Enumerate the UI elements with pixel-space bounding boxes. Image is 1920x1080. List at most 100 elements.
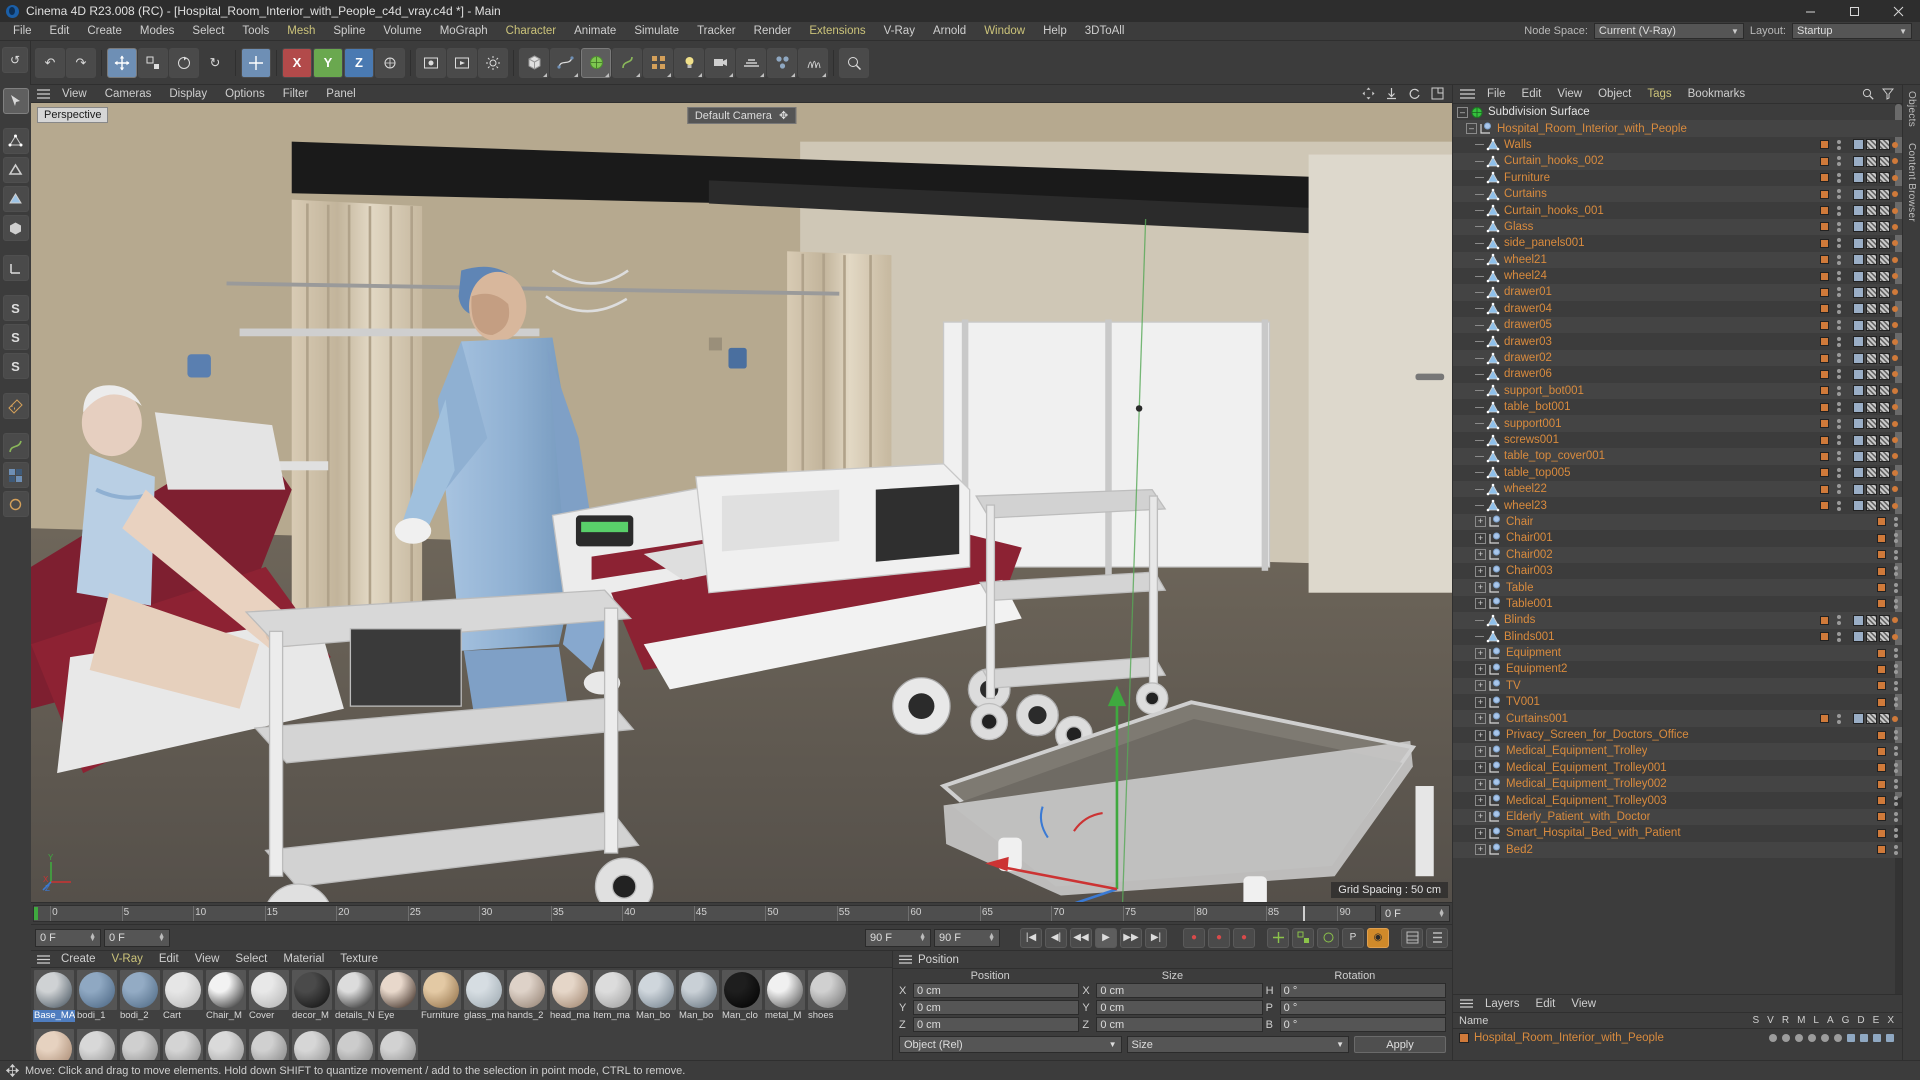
texture-tag-icon[interactable] xyxy=(1879,467,1890,479)
expand-icon[interactable]: + xyxy=(1475,827,1486,839)
object-row[interactable]: + Equipment2 xyxy=(1453,661,1902,677)
visibility-dot[interactable] xyxy=(1894,811,1898,816)
object-name[interactable]: Table001 xyxy=(1506,598,1553,610)
3d-viewport[interactable]: Perspective Default Camera ✥ Grid Spacin… xyxy=(31,103,1452,902)
null-object-icon[interactable] xyxy=(1488,794,1502,807)
object-name[interactable]: Chair xyxy=(1506,516,1533,528)
layer-color-tag[interactable] xyxy=(1820,632,1829,642)
material-tag-icon[interactable] xyxy=(1866,352,1877,364)
go-to-end-button[interactable]: ▶| xyxy=(1145,927,1167,948)
visibility-dots[interactable] xyxy=(1894,549,1898,560)
texture-tag-icon[interactable] xyxy=(1879,336,1890,348)
phong-tag-icon[interactable] xyxy=(1853,631,1864,643)
object-name[interactable]: Bed2 xyxy=(1506,844,1533,856)
visibility-dots[interactable] xyxy=(1894,795,1898,806)
object-row[interactable]: table_bot001 xyxy=(1453,399,1902,415)
tool-options-button[interactable]: ↻ xyxy=(200,48,230,78)
expand-icon[interactable]: + xyxy=(1475,516,1486,528)
layer-color-tag[interactable] xyxy=(1877,730,1886,740)
polygon-object-icon[interactable] xyxy=(1486,188,1500,201)
selection-tag-icon[interactable] xyxy=(1892,617,1898,624)
layer-color-tag[interactable] xyxy=(1877,599,1886,609)
material-tag-icon[interactable] xyxy=(1866,467,1877,479)
object-name[interactable]: table_bot001 xyxy=(1504,401,1571,413)
layer-toggle-dot[interactable] xyxy=(1821,1034,1829,1042)
visibility-dot[interactable] xyxy=(1894,680,1898,685)
expand-icon[interactable]: + xyxy=(1475,598,1486,610)
menu-window[interactable]: Window xyxy=(975,22,1034,41)
texture-tag-icon[interactable] xyxy=(1879,139,1890,151)
phong-tag-icon[interactable] xyxy=(1853,368,1864,380)
expand-icon[interactable]: + xyxy=(1475,647,1486,659)
selection-tag-icon[interactable] xyxy=(1892,305,1898,312)
material-swatch[interactable]: bodi_1 xyxy=(76,970,118,1028)
visibility-dot[interactable] xyxy=(1894,539,1898,544)
texture-tag-icon[interactable] xyxy=(1879,713,1890,725)
layer-color-tag[interactable] xyxy=(1820,304,1829,314)
visibility-dots[interactable] xyxy=(1837,369,1841,380)
object-row[interactable]: drawer01 xyxy=(1453,284,1902,301)
polygon-object-icon[interactable] xyxy=(1486,319,1500,332)
visibility-dots[interactable] xyxy=(1894,648,1898,659)
timeline-track[interactable]: 0 5 10 15 20 25 30 35 40 45 50 55 60 65 70 75 80 85 90 xyxy=(33,905,1376,922)
polygon-object-icon[interactable] xyxy=(1486,138,1500,151)
menu-mesh[interactable]: Mesh xyxy=(278,22,324,41)
visibility-dot[interactable] xyxy=(1894,654,1898,659)
object-name[interactable]: Smart_Hospital_Bed_with_Patient xyxy=(1506,827,1681,839)
object-name[interactable]: Curtain_hooks_002 xyxy=(1504,155,1604,167)
material-tag-icon[interactable] xyxy=(1866,172,1877,184)
material-swatch[interactable]: Furniture xyxy=(420,970,462,1028)
menu-modes[interactable]: Modes xyxy=(131,22,184,41)
spinner-icon[interactable]: ▲ ▼ xyxy=(988,932,995,943)
visibility-dot[interactable] xyxy=(1837,309,1841,314)
object-name[interactable]: Medical_Equipment_Trolley002 xyxy=(1506,778,1667,790)
object-row[interactable]: Furniture xyxy=(1453,170,1902,186)
visibility-dot[interactable] xyxy=(1837,336,1841,341)
material-menu-edit[interactable]: Edit xyxy=(151,951,187,968)
expand-icon[interactable]: + xyxy=(1475,844,1486,856)
phong-tag-icon[interactable] xyxy=(1853,303,1864,315)
z-axis-lock-button[interactable]: Z xyxy=(344,47,374,78)
visibility-dot[interactable] xyxy=(1837,221,1841,226)
layer-column-x[interactable]: X xyxy=(1887,1015,1894,1026)
object-row[interactable]: side_panels001 xyxy=(1453,235,1902,251)
visibility-dots[interactable] xyxy=(1837,467,1841,478)
object-name[interactable]: Furniture xyxy=(1504,172,1550,184)
object-name[interactable]: Equipment2 xyxy=(1506,663,1567,675)
object-row[interactable]: Curtain_hooks_001 xyxy=(1453,202,1902,218)
phong-tag-icon[interactable] xyxy=(1853,221,1864,233)
visibility-dots[interactable] xyxy=(1894,844,1898,855)
material-tag-icon[interactable] xyxy=(1866,237,1877,249)
null-object-icon[interactable] xyxy=(1488,597,1502,610)
layer-column-d[interactable]: D xyxy=(1857,1015,1864,1026)
visibility-dot[interactable] xyxy=(1837,139,1841,144)
position-z-field[interactable]: 0 cm xyxy=(913,1017,1080,1032)
visibility-dot[interactable] xyxy=(1894,795,1898,800)
record-position-button[interactable] xyxy=(1267,927,1289,948)
selection-tag-icon[interactable] xyxy=(1892,256,1898,263)
object-menu-view[interactable]: View xyxy=(1549,85,1590,104)
texture-tag-icon[interactable] xyxy=(1879,631,1890,643)
selection-tag-icon[interactable] xyxy=(1892,322,1898,329)
menu-simulate[interactable]: Simulate xyxy=(625,22,688,41)
visibility-dot[interactable] xyxy=(1894,522,1898,527)
visibility-dots[interactable] xyxy=(1837,713,1841,724)
object-name[interactable]: Chair001 xyxy=(1506,532,1553,544)
layer-color-tag[interactable] xyxy=(1820,484,1829,494)
spline-pen-button[interactable] xyxy=(550,47,580,78)
material-tag-icon[interactable] xyxy=(1866,139,1877,151)
model-mode-button[interactable] xyxy=(2,215,29,241)
layer-column-l[interactable]: L xyxy=(1813,1015,1819,1026)
layer-color-tag[interactable] xyxy=(1820,714,1829,724)
visibility-dots[interactable] xyxy=(1894,664,1898,675)
menu-v-ray[interactable]: V-Ray xyxy=(875,22,924,41)
visibility-dots[interactable] xyxy=(1837,353,1841,364)
expand-icon[interactable]: + xyxy=(1475,680,1486,692)
menu-create[interactable]: Create xyxy=(78,22,131,41)
layer-color-tag[interactable] xyxy=(1877,550,1886,560)
polygon-object-icon[interactable] xyxy=(1486,466,1500,479)
visibility-dot[interactable] xyxy=(1894,834,1898,839)
material-swatch[interactable]: Cart xyxy=(162,970,204,1028)
layer-color-tag[interactable] xyxy=(1820,222,1829,232)
material-swatch[interactable] xyxy=(377,1029,419,1060)
